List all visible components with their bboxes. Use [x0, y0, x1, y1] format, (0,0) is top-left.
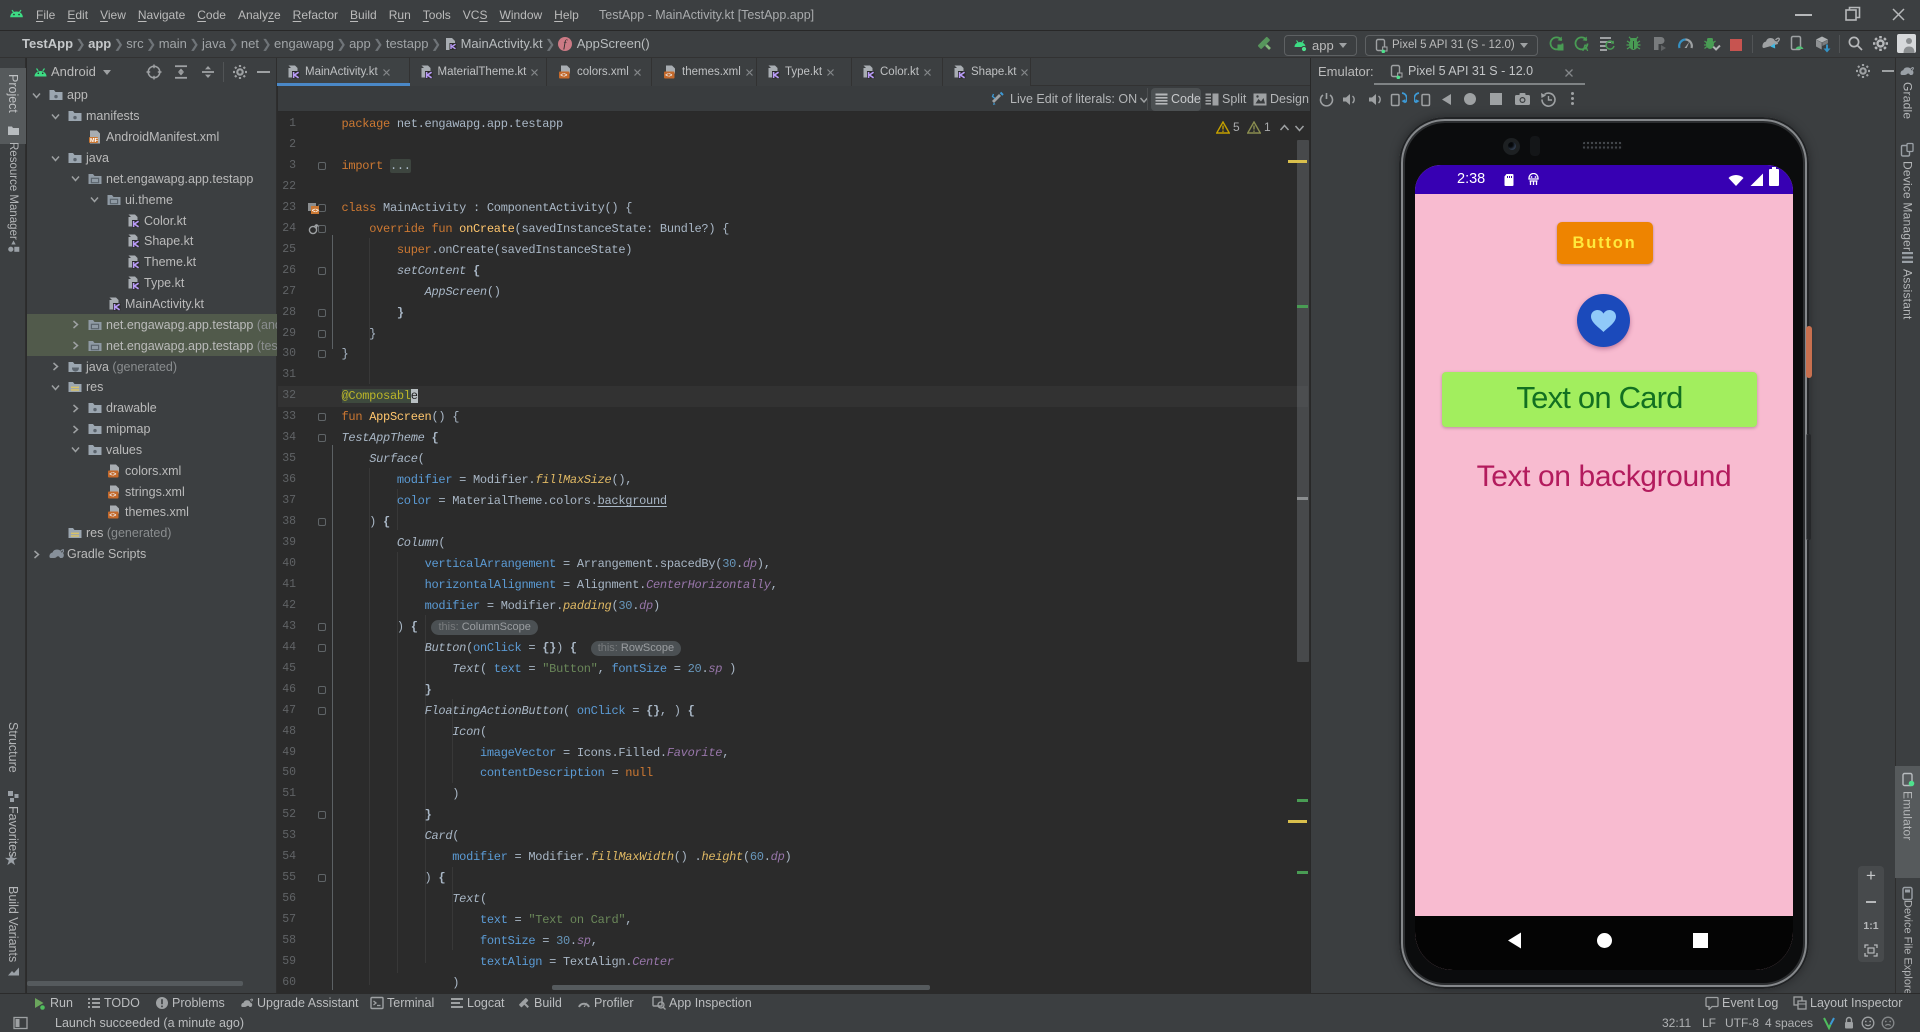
svg-text:<>: <> — [109, 512, 117, 519]
svg-text:<>: <> — [312, 207, 320, 214]
svg-text:MF: MF — [90, 138, 99, 144]
svg-text:<>: <> — [665, 72, 673, 79]
svg-text:<>: <> — [109, 492, 117, 499]
svg-text:<>: <> — [109, 471, 117, 478]
svg-text:<>: <> — [560, 72, 568, 79]
